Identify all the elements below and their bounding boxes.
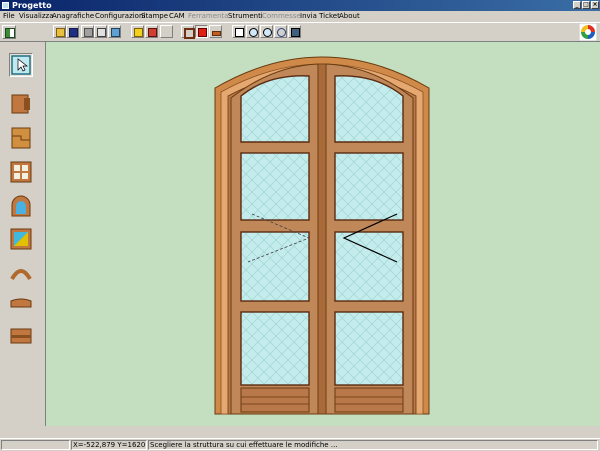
profile-piece-icon [11, 94, 30, 114]
wood-joint-icon [11, 127, 31, 149]
menu-about[interactable]: About [339, 11, 360, 22]
joint-tool-button[interactable] [9, 126, 33, 150]
status-coordinates: X=-522,879 Y=1620,329 [71, 440, 147, 450]
refresh-button[interactable] [274, 25, 287, 38]
red-door-icon [198, 28, 207, 37]
arched-window-icon [11, 195, 31, 217]
select-arrow-icon [11, 55, 31, 75]
minimize-button[interactable]: _ [573, 1, 581, 9]
measure-icon [212, 31, 221, 36]
menu-stampe[interactable]: Stampe [141, 11, 168, 22]
drawing-canvas[interactable] [46, 42, 600, 426]
arched-window-tool-button[interactable] [9, 194, 33, 218]
zoom-in-button[interactable] [246, 25, 259, 38]
zoom-out-button[interactable] [260, 25, 273, 38]
delete-button[interactable] [81, 25, 94, 38]
app-logo-icon [579, 23, 597, 41]
refresh-icon [277, 28, 286, 37]
zoom-out-icon [263, 28, 272, 37]
blank-icon [163, 28, 170, 35]
menu-commesse: Commesse [262, 12, 301, 20]
maximize-button[interactable]: □ [582, 1, 590, 9]
app-icon [2, 2, 9, 9]
status-empty-panel [1, 440, 70, 450]
select-tool-button[interactable] [9, 53, 33, 77]
menu-strumenti[interactable]: Strumenti [228, 11, 263, 22]
panel-toggle-button[interactable] [2, 25, 16, 39]
lightning-button[interactable] [131, 25, 144, 38]
print-button[interactable] [94, 25, 107, 38]
menu-configurazioni[interactable]: Configurazioni [95, 11, 145, 22]
menu-cam[interactable]: CAM [169, 11, 185, 22]
measure-button[interactable] [209, 25, 222, 38]
base-tool-button[interactable] [9, 324, 33, 348]
zoom-in-icon [249, 28, 258, 37]
window-frame-icon [10, 161, 32, 183]
straight-beam-icon [10, 298, 32, 308]
preview-icon [111, 28, 120, 37]
beam-tool-button[interactable] [9, 293, 33, 317]
left-tool-panel [0, 42, 46, 426]
calculator-icon [148, 28, 157, 37]
save-icon [69, 28, 78, 37]
lightning-icon [134, 28, 143, 37]
save-button[interactable] [66, 25, 79, 38]
door-frame-button[interactable] [181, 25, 195, 39]
arch-tool-button[interactable] [9, 261, 33, 285]
title-bar: Progetto _ □ × [0, 0, 600, 11]
print-icon [97, 28, 106, 37]
glass-tool-button[interactable] [9, 227, 33, 251]
menu-ferramenta: Ferramenta [188, 12, 229, 20]
status-message: Scegliere la struttura su cui effettuare… [148, 440, 598, 450]
menu-invia-ticket[interactable]: Invia Ticket [300, 11, 340, 22]
window-frame-tool-button[interactable] [9, 160, 33, 184]
door-drawing [214, 56, 430, 415]
delete-icon [84, 28, 93, 37]
add-window-icon [235, 28, 244, 37]
panel-toggle-icon [5, 28, 15, 38]
close-button[interactable]: × [591, 1, 599, 9]
add-window-button[interactable] [232, 25, 245, 38]
menu-file[interactable]: File [3, 11, 15, 22]
photo-button[interactable] [288, 25, 301, 38]
toolbar [0, 22, 600, 42]
profile-tool-button[interactable] [9, 92, 33, 116]
blank-button[interactable] [160, 25, 173, 38]
menu-visualizza[interactable]: Visualizza [19, 11, 53, 22]
status-bar: X=-522,879 Y=1620,329 Scegliere la strut… [0, 438, 600, 451]
calculator-button[interactable] [145, 25, 158, 38]
photo-icon [291, 28, 300, 37]
red-door-button[interactable] [195, 25, 208, 38]
base-block-icon [10, 328, 32, 344]
glass-pane-icon [10, 228, 32, 250]
door-frame-icon [184, 28, 195, 39]
menu-bar: File Visualizza Anagrafiche Configurazio… [0, 11, 600, 22]
open-folder-icon [56, 28, 65, 37]
open-button[interactable] [53, 25, 66, 38]
preview-button[interactable] [108, 25, 121, 38]
arch-curve-icon [10, 269, 32, 281]
menu-anagrafiche[interactable]: Anagrafiche [52, 11, 94, 22]
window-title: Progetto [12, 1, 52, 10]
